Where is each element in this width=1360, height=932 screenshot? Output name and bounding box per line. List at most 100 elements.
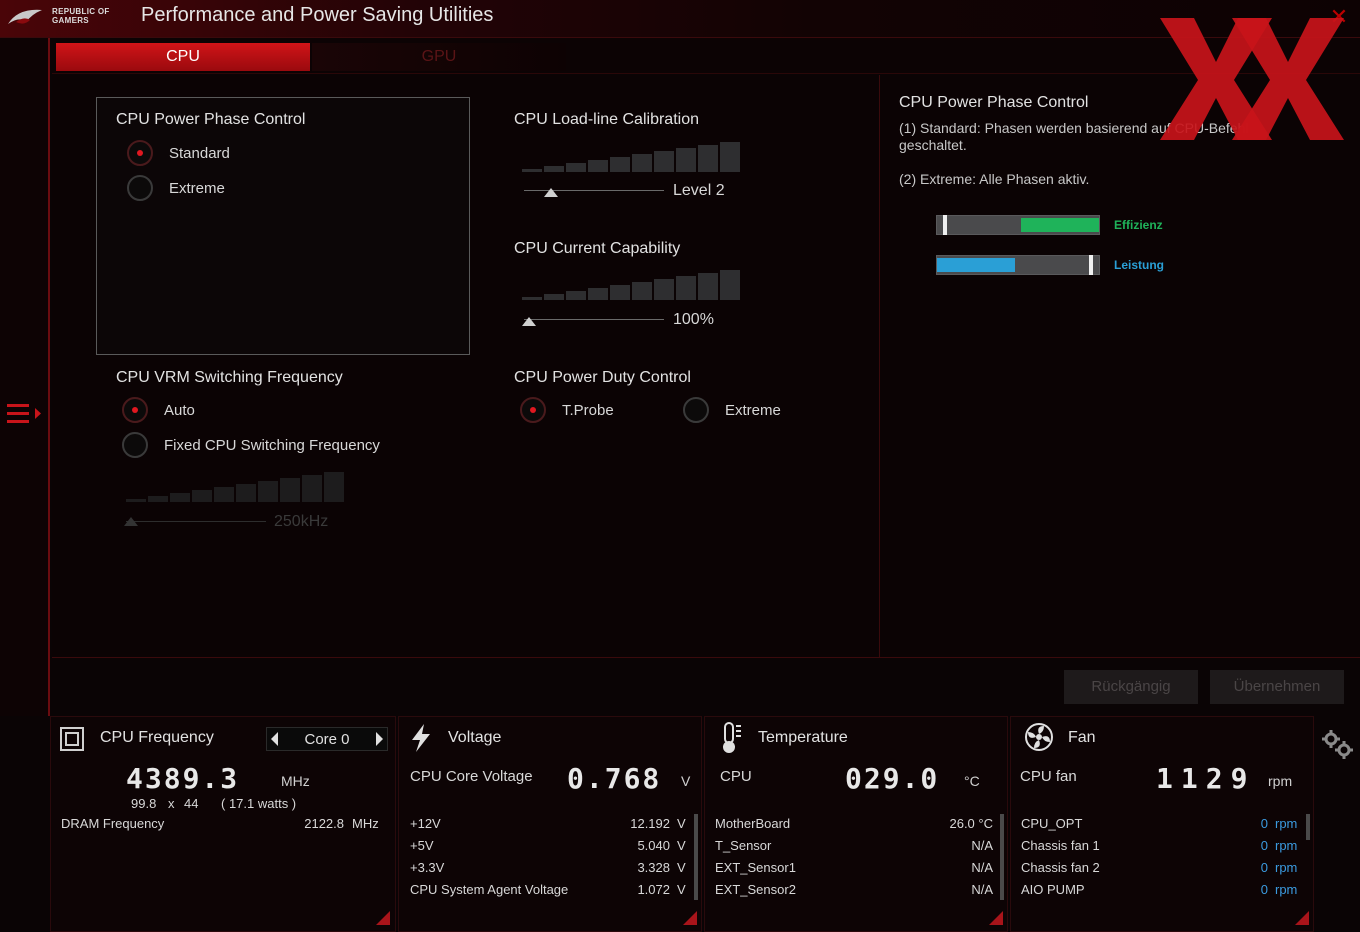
performance-bar-marker: [1089, 255, 1093, 275]
fan-expand-icon[interactable]: [1295, 911, 1309, 925]
voltage-row-unit: V: [677, 882, 686, 897]
efficiency-bar-marker: [943, 215, 947, 235]
cpu-fan-label: CPU fan: [1020, 768, 1077, 785]
fan-row-value: 0: [1260, 860, 1268, 875]
temperature-row-label: MotherBoard: [715, 816, 791, 831]
tab-cpu[interactable]: CPU: [56, 43, 310, 71]
voltage-row-value: 12.192: [630, 816, 670, 831]
temperature-expand-icon[interactable]: [989, 911, 1003, 925]
bclk-value: 99.8: [131, 796, 157, 811]
temperature-scrollbar[interactable]: [1000, 814, 1004, 900]
vrm-auto-radio[interactable]: [122, 397, 148, 423]
vrm-auto-option[interactable]: Auto: [122, 397, 195, 423]
core-selector[interactable]: Core 0: [266, 727, 388, 751]
cpu-fan-unit: rpm: [1268, 773, 1293, 789]
phase-standard-option[interactable]: Standard: [127, 140, 230, 166]
fan-row-unit: rpm: [1275, 882, 1298, 897]
current-capability-value: 100%: [673, 311, 714, 328]
fan-scrollbar[interactable]: [1306, 814, 1310, 840]
duty-extreme-radio[interactable]: [683, 397, 709, 423]
chip-icon: [60, 727, 84, 751]
info-panel: [879, 75, 1360, 657]
phase-extreme-option[interactable]: Extreme: [127, 175, 225, 201]
duty-tprobe-radio[interactable]: [520, 397, 546, 423]
current-capability-slider-thumb[interactable]: [522, 317, 536, 326]
voltage-row-label: CPU System Agent Voltage: [410, 882, 569, 897]
title-bar: REPUBLIC OF GAMERS Performance and Power…: [0, 0, 1360, 38]
efficiency-bar: [936, 215, 1100, 235]
tab-gpu[interactable]: GPU: [312, 43, 566, 71]
multiplier-value: 44: [184, 796, 199, 811]
vrm-fixed-radio[interactable]: [122, 432, 148, 458]
info-title: CPU Power Phase Control: [899, 94, 1089, 111]
gear-icon[interactable]: [1320, 728, 1354, 760]
fan-row-value: 0: [1260, 882, 1268, 897]
vrm-frequency-scale: [126, 470, 344, 502]
phase-control-box: [96, 97, 470, 355]
cpu-frequency-value: 4389.3: [126, 762, 240, 795]
brand-line-2: GAMERS: [52, 16, 89, 25]
cpu-core-voltage-value: 0.768: [567, 762, 662, 795]
core-next-arrow-icon[interactable]: [376, 732, 383, 746]
thermometer-icon: [723, 722, 741, 753]
apply-button[interactable]: Übernehmen: [1210, 670, 1344, 704]
cpu-frequency-title: CPU Frequency: [100, 729, 214, 746]
rog-eye-icon: [8, 9, 42, 24]
performance-bar: [936, 255, 1100, 275]
phase-standard-radio[interactable]: [127, 140, 153, 166]
temperature-row-label: EXT_Sensor2: [715, 882, 796, 897]
current-capability-slider-track[interactable]: [524, 319, 664, 320]
core-prev-arrow-icon[interactable]: [271, 732, 278, 746]
cpu-monitor-expand-icon[interactable]: [376, 911, 390, 925]
vrm-fixed-label: Fixed CPU Switching Frequency: [164, 436, 380, 454]
load-line-scale: [522, 140, 740, 172]
cpu-core-voltage-unit: V: [681, 773, 691, 789]
core-selector-value: Core 0: [304, 730, 350, 748]
vrm-frequency-slider-track[interactable]: [126, 521, 266, 522]
lightning-icon: [412, 724, 430, 752]
voltage-row-label: +12V: [410, 816, 441, 831]
vrm-frequency-slider-thumb[interactable]: [124, 517, 138, 526]
temperature-row-value: N/A: [971, 838, 993, 853]
performance-label: Leistung: [1114, 258, 1164, 272]
voltage-expand-icon[interactable]: [683, 911, 697, 925]
phase-standard-label: Standard: [169, 144, 230, 162]
duty-tprobe-label: T.Probe: [562, 401, 614, 419]
fan-row-unit: rpm: [1275, 838, 1298, 853]
voltage-row-value: 1.072: [637, 882, 670, 897]
brand-text: REPUBLIC OF GAMERS: [52, 7, 110, 25]
fan-row-label: Chassis fan 1: [1021, 838, 1100, 853]
fan-icon: [1025, 723, 1053, 751]
vrm-fixed-option[interactable]: Fixed CPU Switching Frequency: [122, 432, 380, 458]
cpu-watts: ( 17.1 watts ): [221, 796, 297, 811]
vrm-auto-label: Auto: [164, 401, 195, 419]
fan-row-label: AIO PUMP: [1021, 882, 1085, 897]
fan-row-label: Chassis fan 2: [1021, 860, 1100, 875]
phase-control-title: CPU Power Phase Control: [116, 111, 306, 128]
load-line-slider-thumb[interactable]: [544, 188, 558, 197]
temperature-title: Temperature: [758, 729, 848, 746]
fan-row-value: 0: [1260, 816, 1268, 831]
current-capability-title: CPU Current Capability: [514, 240, 681, 257]
temperature-row-label: T_Sensor: [715, 838, 772, 853]
temperature-row-value: 26.0 °C: [949, 816, 993, 831]
fan-row-unit: rpm: [1275, 860, 1298, 875]
voltage-row-unit: V: [677, 816, 686, 831]
phase-extreme-radio[interactable]: [127, 175, 153, 201]
voltage-scrollbar[interactable]: [694, 814, 698, 900]
phase-extreme-label: Extreme: [169, 179, 225, 197]
duty-extreme-option[interactable]: Extreme: [683, 397, 781, 423]
brand-line-1: REPUBLIC OF: [52, 7, 110, 16]
undo-button[interactable]: Rückgängig: [1064, 670, 1198, 704]
cpu-core-voltage-label: CPU Core Voltage: [410, 768, 533, 785]
dram-frequency-label: DRAM Frequency: [61, 816, 165, 831]
current-capability-scale: [522, 268, 740, 300]
menu-icon[interactable]: [5, 402, 45, 430]
fan-title: Fan: [1068, 729, 1096, 746]
efficiency-bar-fill: [1021, 218, 1099, 232]
watermark-logo: [1160, 18, 1344, 140]
left-rail: [0, 38, 50, 716]
duty-tprobe-option[interactable]: T.Probe: [520, 397, 614, 423]
fan-row-value: 0: [1260, 838, 1268, 853]
app-title: Performance and Power Saving Utilities: [141, 4, 494, 26]
